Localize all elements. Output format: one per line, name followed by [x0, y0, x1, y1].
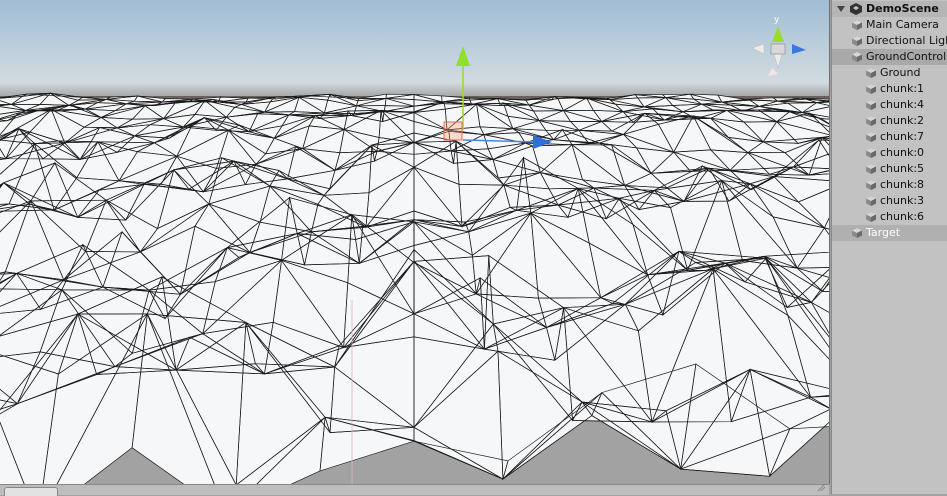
gameobject-cube-icon [866, 196, 876, 206]
gameobject-cube-icon [866, 212, 876, 222]
hierarchy-item-label: chunk:0 [880, 146, 925, 159]
gameobject-cube-icon [866, 148, 876, 158]
gameobject-cube-icon [866, 180, 876, 190]
hierarchy-item[interactable]: chunk:3 [832, 193, 947, 209]
scene-name: DemoScene [866, 2, 939, 15]
gizmo-neg-z-cone-icon[interactable] [768, 68, 778, 76]
gizmo-center-cube-icon[interactable] [770, 43, 786, 55]
gameobject-cube-icon [866, 100, 876, 110]
hierarchy-item-label: Ground [880, 66, 921, 79]
hierarchy-item-label: Target [866, 226, 901, 239]
gameobject-cube-icon [866, 84, 876, 94]
hierarchy-item[interactable]: Directional Light [832, 33, 947, 49]
hierarchy-item[interactable]: chunk:8 [832, 177, 947, 193]
gameobject-cube-icon [852, 20, 862, 30]
hierarchy-item-label: chunk:2 [880, 114, 925, 127]
hierarchy-item-label: Main Camera [866, 18, 939, 31]
terrain-wireframe [0, 0, 829, 484]
gizmo-neg-x-cone-icon[interactable] [751, 43, 765, 55]
gizmo-neg-y-cone-icon[interactable] [773, 53, 783, 69]
hierarchy-item-label: chunk:1 [880, 82, 925, 95]
hierarchy-item[interactable]: chunk:5 [832, 161, 947, 177]
gameobject-cube-icon [852, 36, 862, 46]
hierarchy-item[interactable]: chunk:2 [832, 113, 947, 129]
gizmo-z-cone-icon[interactable] [792, 44, 806, 54]
expand-triangle-icon[interactable] [837, 6, 845, 12]
hierarchy-item[interactable]: chunk:4 [832, 97, 947, 113]
hierarchy-item[interactable]: Main Camera [832, 17, 947, 33]
gameobject-cube-icon [852, 52, 862, 62]
bottom-panel-tab[interactable] [4, 487, 58, 496]
scene-root-row[interactable]: DemoScene [832, 1, 947, 17]
gameobject-cube-icon [866, 132, 876, 142]
gameobject-cube-icon [866, 164, 876, 174]
hierarchy-item-label: chunk:5 [880, 162, 925, 175]
resize-handle-icon[interactable] [816, 482, 826, 492]
hierarchy-item-label: chunk:8 [880, 178, 925, 191]
hierarchy-item[interactable]: Ground [832, 65, 947, 81]
hierarchy-item-label: Directional Light [866, 34, 947, 47]
hierarchy-item[interactable]: chunk:1 [832, 81, 947, 97]
hierarchy-item[interactable]: Target [832, 225, 947, 241]
unity-scene-icon [850, 3, 862, 15]
hierarchy-item[interactable]: chunk:0 [832, 145, 947, 161]
gizmo-y-cone-icon[interactable] [772, 26, 784, 42]
hierarchy-item-groundcontroller[interactable]: GroundController [832, 49, 947, 65]
hierarchy-item-label: chunk:4 [880, 98, 925, 111]
plane-handle-icon[interactable] [443, 121, 463, 141]
scene-orientation-gizmo[interactable]: y [744, 8, 812, 78]
sky [0, 0, 829, 110]
hierarchy-item-label: chunk:6 [880, 210, 925, 223]
hierarchy-item[interactable]: chunk:6 [832, 209, 947, 225]
hierarchy-item-label: chunk:3 [880, 194, 925, 207]
svg-text:y: y [774, 15, 780, 25]
gameobject-cube-icon [866, 116, 876, 126]
scene-view[interactable]: y [0, 0, 830, 484]
gameobject-cube-icon [852, 228, 862, 238]
hierarchy-item-label: chunk:7 [880, 130, 925, 143]
hierarchy-item-label: GroundController [866, 50, 947, 63]
hierarchy-item[interactable]: chunk:7 [832, 129, 947, 145]
hierarchy-panel[interactable]: DemoScene Main Camera Directional Light Gr… [831, 0, 947, 494]
bottom-panel-bar [0, 484, 829, 495]
gameobject-cube-icon [866, 68, 876, 78]
